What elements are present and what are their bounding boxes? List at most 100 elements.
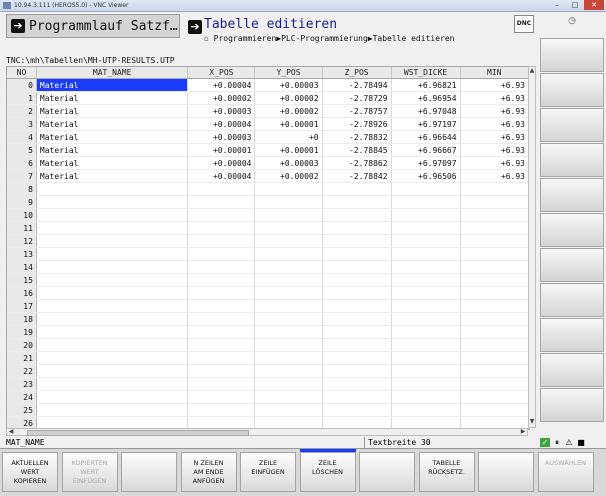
table-cell[interactable]: +0.00003 [187,130,256,144]
table-cell[interactable] [187,390,256,404]
table-cell[interactable] [460,247,529,261]
table-cell[interactable] [36,208,189,222]
scroll-right-icon[interactable]: ▶ [519,428,527,435]
table-cell[interactable] [254,403,323,417]
vertical-scrollbar[interactable]: ▲ ▼ [528,66,536,428]
table-cell[interactable]: +6.93 [460,78,529,92]
column-header-min[interactable]: MIN [460,67,529,79]
table-cell[interactable] [460,286,529,300]
table-cell[interactable]: +6.93 [460,169,529,183]
table-cell[interactable]: +6.93 [460,156,529,170]
table-cell[interactable]: +0.00002 [254,104,323,118]
softkey-1[interactable]: AKTUELLEN WERT KOPIEREN [2,452,58,492]
table-cell[interactable]: +6.96667 [391,143,461,157]
table-cell[interactable] [460,234,529,248]
table-cell[interactable]: +6.97048 [391,104,461,118]
table-cell[interactable] [460,338,529,352]
table-cell[interactable]: -2.78729 [322,91,392,105]
table-cell[interactable] [322,234,392,248]
table-cell[interactable] [187,364,256,378]
table-row[interactable]: 18 [7,312,529,326]
table-row[interactable]: 10 [7,208,529,222]
table-cell[interactable] [254,234,323,248]
vertical-softkey-5[interactable] [540,178,604,212]
table-cell[interactable] [254,390,323,404]
table-cell[interactable] [187,260,256,274]
table-cell[interactable]: +0.00001 [254,143,323,157]
close-icon[interactable]: ✕ [584,0,604,10]
table-cell[interactable]: +6.93 [460,91,529,105]
table-cell[interactable] [322,286,392,300]
table-cell[interactable] [254,286,323,300]
table-cell[interactable] [322,273,392,287]
table-cell[interactable] [36,390,189,404]
table-cell[interactable] [187,273,256,287]
softkey-8[interactable]: TABELLE RÜCKSETZ. [418,452,475,492]
table-cell[interactable] [187,286,256,300]
table-cell[interactable] [187,403,256,417]
table-cell[interactable] [391,351,461,365]
table-cell[interactable] [391,182,461,196]
scroll-down-icon[interactable]: ▼ [529,418,535,427]
table-cell[interactable] [36,338,189,352]
table-cell[interactable] [391,377,461,391]
table-cell[interactable] [254,247,323,261]
vertical-softkey-10[interactable] [540,353,604,387]
table-row[interactable]: 20 [7,338,529,352]
table-cell[interactable] [187,377,256,391]
table-row[interactable]: 2 Material +0.00003 +0.00002 -2.78757 +6.9704… [7,104,529,118]
vertical-softkey-4[interactable] [540,143,604,177]
softkey-4[interactable]: N ZEILEN AM ENDE ANFÜGEN [180,452,237,492]
table-cell[interactable] [391,260,461,274]
table-cell[interactable] [36,273,189,287]
table-cell[interactable]: +0.00004 [187,117,256,131]
table-cell[interactable] [460,299,529,313]
column-header-wst-dicke[interactable]: WST_DICKE [391,67,461,79]
table-cell[interactable]: +0 [254,130,323,144]
table-cell[interactable] [36,403,189,417]
table-cell[interactable] [460,208,529,222]
table-cell[interactable]: Material [36,156,189,170]
softkey-2[interactable]: KOPIERTEN WERT EINFÜGEN [61,452,118,492]
table-cell[interactable]: +6.93 [460,104,529,118]
table-cell[interactable] [322,338,392,352]
table-row[interactable]: 6 Material +0.00004 +0.00003 -2.78862 +6.9709… [7,156,529,170]
table-cell[interactable] [391,273,461,287]
table-row[interactable]: 13 [7,247,529,261]
table-cell[interactable] [391,403,461,417]
table-cell[interactable] [322,351,392,365]
vertical-softkey-6[interactable] [540,213,604,247]
table-cell[interactable] [36,260,189,274]
table-cell[interactable] [187,247,256,261]
table-cell[interactable] [36,286,189,300]
table-cell[interactable] [254,208,323,222]
table-cell[interactable]: Material [36,91,189,105]
table-cell[interactable] [36,364,189,378]
table-row[interactable]: 7 Material +0.00004 +0.00002 -2.78842 +6.9650… [7,169,529,183]
scroll-up-icon[interactable]: ▲ [529,67,535,76]
table-cell[interactable]: +6.93 [460,130,529,144]
table-cell[interactable] [36,182,189,196]
table-cell[interactable] [36,325,189,339]
table-row[interactable]: 22 [7,364,529,378]
table-cell[interactable] [254,351,323,365]
table-cell[interactable] [460,390,529,404]
table-cell[interactable] [322,403,392,417]
table-cell[interactable] [391,286,461,300]
softkey-9[interactable] [478,452,534,492]
table-cell[interactable]: Material [36,143,189,157]
table-cell[interactable]: +0.00002 [254,91,323,105]
table-cell[interactable] [391,195,461,209]
table-cell[interactable] [254,299,323,313]
table-cell[interactable] [460,273,529,287]
table-cell[interactable] [36,351,189,365]
table-cell[interactable]: -2.78494 [322,78,392,92]
table-cell[interactable]: -2.78862 [322,156,392,170]
table-cell[interactable] [254,377,323,391]
table-cell[interactable]: Material [36,104,189,118]
table-cell[interactable] [322,260,392,274]
table-row[interactable]: 15 [7,273,529,287]
column-header-mat-name[interactable]: MAT_NAME [36,67,189,79]
horizontal-scrollbar[interactable]: ◀ ▶ [6,428,528,436]
table-cell[interactable] [187,234,256,248]
